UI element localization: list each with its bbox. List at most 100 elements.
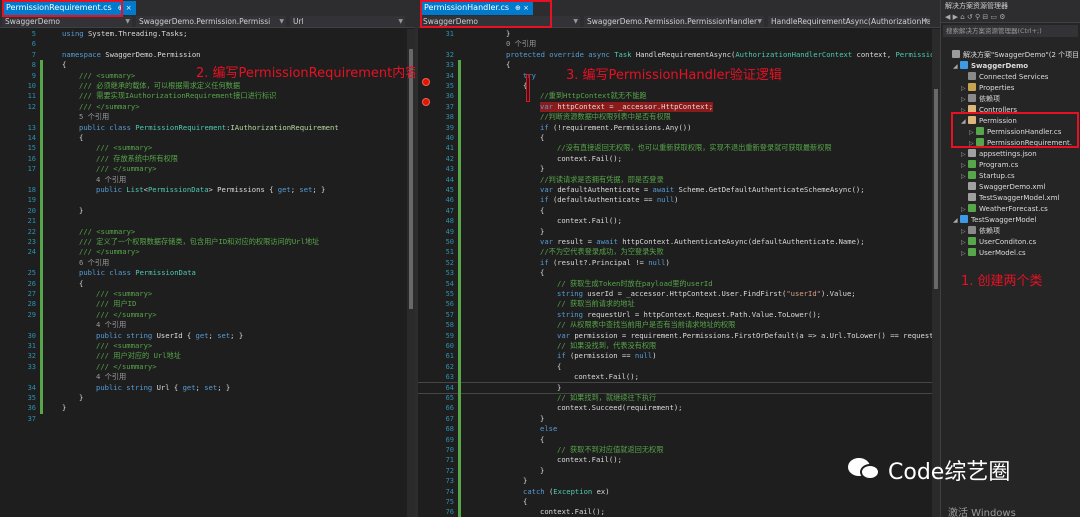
code-line[interactable]: 11 /// 需要实现IAuthorizationRequirement接口进行标… [0, 91, 407, 101]
solution-tree-item[interactable]: ◢ Permission [961, 116, 1017, 127]
code-line[interactable]: 5 个引用 [0, 112, 407, 122]
code-area-right[interactable]: 31} 0 个引用 32 protected override async Task … [418, 29, 932, 517]
expander-icon[interactable]: ▷ [961, 83, 968, 94]
code-line[interactable]: 29 /// </summary> [0, 310, 407, 320]
code-line[interactable]: 44 //判读请求是否拥有凭据，即是否登录 [418, 175, 932, 185]
code-line[interactable]: 74 catch (Exception ex) [418, 487, 932, 497]
code-line[interactable]: 48 context.Fail(); [418, 216, 932, 226]
code-line[interactable]: 13 public class PermissionRequirement:IAu… [0, 123, 407, 133]
scrollbar-right[interactable] [932, 29, 940, 517]
code-line[interactable]: 6 [0, 39, 407, 49]
nav-class-dropdown[interactable]: SwaggerDemo.Permission.Permissi ▼ [136, 16, 286, 27]
code-line[interactable]: 52 if (result?.Principal != null) [418, 258, 932, 268]
code-line[interactable]: 16 /// 存放系统中所有权限 [0, 154, 407, 164]
solution-tree-item[interactable]: ◢ TestSwaggerModel [953, 215, 1036, 226]
breakpoint-icon[interactable] [422, 78, 430, 86]
expander-icon[interactable]: ▷ [961, 248, 968, 259]
code-line[interactable]: 38 //判断资源数据中权限列表中是否有权限 [418, 112, 932, 122]
code-line[interactable]: 10 /// 必须继承的载体，可以根据需求定义任何数据 [0, 81, 407, 91]
solution-tree-item[interactable]: TestSwaggerModel.xml [961, 193, 1059, 204]
code-line[interactable]: 65 // 如果找到，就继续往下执行 [418, 393, 932, 403]
code-line[interactable]: 67} [418, 414, 932, 424]
code-line[interactable]: 25 public class PermissionData [0, 268, 407, 278]
code-line[interactable]: 37 var httpContext = _accessor.HttpContex… [418, 101, 932, 113]
code-line[interactable]: 5 using System.Threading.Tasks; [0, 29, 407, 39]
code-line[interactable]: 56 // 获取当前请求的地址 [418, 299, 932, 309]
nav-class-dropdown[interactable]: SwaggerDemo.Permission.PermissionHandler… [584, 16, 764, 27]
solution-tree-item[interactable]: ▷ Controllers [961, 105, 1017, 116]
code-line[interactable]: 43} [418, 164, 932, 174]
code-line[interactable]: 4 个引用 [0, 320, 407, 330]
code-line[interactable]: 53 { [418, 268, 932, 278]
code-line[interactable]: 60 // 如果没找到，代表没有权限 [418, 341, 932, 351]
solution-tree-item[interactable]: ▷ UserModel.cs [961, 248, 1026, 259]
nav-project-dropdown[interactable]: SwaggerDemo ▼ [420, 16, 580, 27]
code-line[interactable]: 39 if (!requirement.Permissions.Any()) [418, 123, 932, 133]
expander-icon[interactable]: ◢ [953, 61, 960, 72]
solution-tree-item[interactable]: ▷ appsettings.json [961, 149, 1037, 160]
expander-icon[interactable]: ▷ [961, 204, 968, 215]
nav-member-dropdown[interactable]: HandleRequirementAsync(AuthorizationHand… [768, 16, 930, 27]
code-line[interactable]: 35} [0, 393, 407, 403]
code-line[interactable]: 41 //没有直接返回无权限，也可以重新获取权限，实现不退出重新登录就可获取最新权… [418, 143, 932, 153]
expander-icon[interactable]: ▷ [961, 149, 968, 160]
code-line[interactable]: 31 /// <summary> [0, 341, 407, 351]
expander-icon[interactable]: ▷ [961, 171, 968, 182]
tab-permission-requirement[interactable]: PermissionRequirement.cs ⊕ × [2, 1, 136, 15]
code-line[interactable]: 14 { [0, 133, 407, 143]
nav-project-dropdown[interactable]: SwaggerDemo ▼ [2, 16, 132, 27]
code-line[interactable]: 6 个引用 [0, 258, 407, 268]
code-line[interactable]: 17 /// </summary> [0, 164, 407, 174]
code-line[interactable]: 12 /// </summary> [0, 102, 407, 112]
solution-tree-item[interactable]: ▷ WeatherForecast.cs [961, 204, 1048, 215]
code-line[interactable]: 64} [418, 381, 932, 395]
code-line[interactable]: 63 context.Fail(); [418, 372, 932, 382]
breakpoint-icon[interactable] [422, 98, 430, 106]
code-line[interactable]: 21 [0, 216, 407, 226]
scrollbar-thumb[interactable] [934, 89, 938, 289]
code-line[interactable]: 61 if (permission == null) [418, 351, 932, 361]
expander-icon[interactable]: ▷ [961, 105, 968, 116]
code-line[interactable]: 27 /// <summary> [0, 289, 407, 299]
solution-tree-item[interactable]: 解决方案"SwaggerDemo"(2 个项目 [945, 50, 1079, 61]
tab-controls[interactable]: ⊕ × [118, 4, 132, 12]
solution-tree-item[interactable]: ▷ UserConditon.cs [961, 237, 1036, 248]
code-line[interactable]: 66 context.Succeed(requirement); [418, 403, 932, 413]
code-line[interactable]: 76 context.Fail(); [418, 507, 932, 517]
code-line[interactable]: 34 public string Url { get; set; } [0, 383, 407, 393]
code-line[interactable]: 4 个引用 [0, 175, 407, 185]
expander-icon[interactable]: ▷ [969, 127, 976, 138]
code-line[interactable]: 4 个引用 [0, 372, 407, 382]
expander-icon[interactable]: ▷ [961, 226, 968, 237]
solution-tree-item[interactable]: ▷ 依赖项 [961, 94, 1000, 105]
code-line[interactable]: 22 /// <summary> [0, 227, 407, 237]
code-line[interactable]: 49} [418, 227, 932, 237]
expander-icon[interactable]: ◢ [953, 215, 960, 226]
solution-tree-item[interactable]: ▷ PermissionHandler.cs [969, 127, 1061, 138]
solution-tree-item[interactable]: SwaggerDemo.xml [961, 182, 1045, 193]
code-line[interactable]: 20} [0, 206, 407, 216]
expander-icon[interactable]: ▷ [969, 138, 976, 149]
expander-icon[interactable]: ◢ [961, 116, 968, 127]
scrollbar-thumb[interactable] [409, 49, 413, 309]
nav-member-dropdown[interactable]: Url ▼ [290, 16, 405, 27]
expander-icon[interactable]: ▷ [961, 94, 968, 105]
code-line[interactable]: 18 public List<PermissionData> Permission… [0, 185, 407, 195]
code-line[interactable]: 55 string userId = _accessor.HttpContext.… [418, 289, 932, 299]
code-line[interactable]: 68 else [418, 424, 932, 434]
code-line[interactable]: 75 { [418, 497, 932, 507]
code-line[interactable]: 36} [0, 403, 407, 413]
code-line[interactable]: 19 [0, 195, 407, 205]
code-line[interactable]: 0 个引用 [418, 39, 932, 49]
solution-tree-item[interactable]: ▷ Startup.cs [961, 171, 1015, 182]
code-line[interactable]: 59 var permission = requirement.Permissio… [418, 331, 932, 341]
code-line[interactable]: 36//重到HttpContext就无不能跑 [418, 91, 932, 101]
code-line[interactable]: 15 /// <summary> [0, 143, 407, 153]
code-area-left[interactable]: 5 using System.Threading.Tasks; 6 7 namespac… [0, 29, 407, 517]
code-line[interactable]: 57 string requestUrl = httpContext.Reques… [418, 310, 932, 320]
code-line[interactable]: 46 if (defaultAuthenticate == null) [418, 195, 932, 205]
code-line[interactable]: 24 /// </summary> [0, 247, 407, 257]
solution-tree-item[interactable]: ▷ Program.cs [961, 160, 1018, 171]
solution-tree-item[interactable]: ◢ SwaggerDemo [953, 61, 1028, 72]
code-line[interactable]: 7 namespace SwaggerDemo.Permission [0, 50, 407, 60]
